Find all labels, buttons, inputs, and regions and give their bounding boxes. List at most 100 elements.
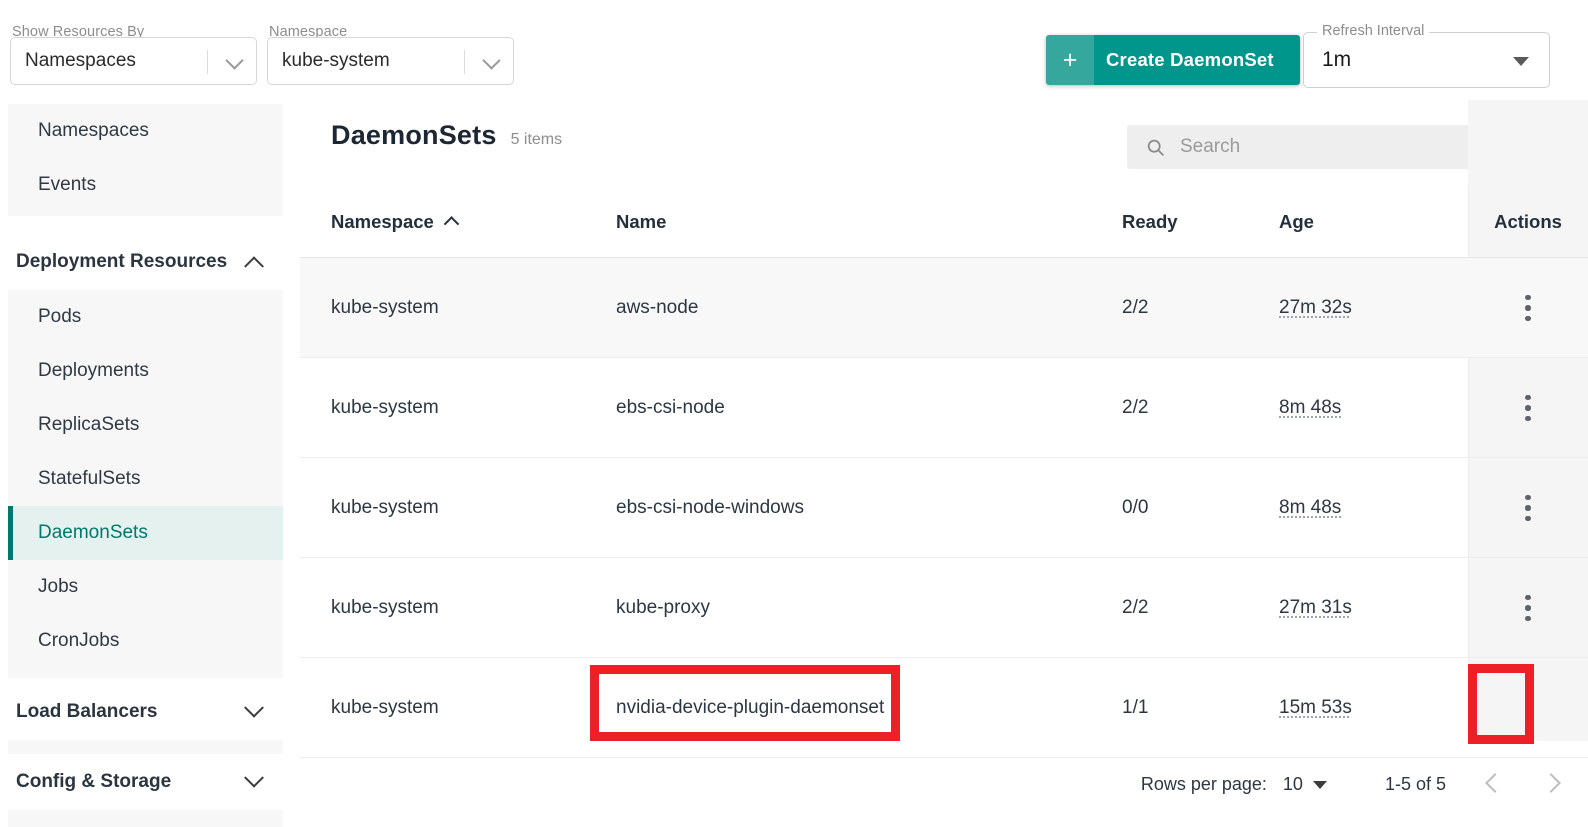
sidebar-item-cronjobs[interactable]: CronJobs [8, 614, 283, 668]
cell-ready: 0/0 [1122, 497, 1149, 518]
cell-name[interactable]: ebs-csi-node-windows [616, 458, 804, 558]
cell-ready: 2/2 [1122, 297, 1149, 318]
sidebar-group-load-balancers [8, 740, 283, 754]
column-header-namespace[interactable]: Namespace [331, 186, 460, 258]
column-header-label: Ready [1122, 211, 1178, 232]
sidebar-section-config-storage[interactable]: Config & Storage [8, 754, 283, 810]
sidebar-item-label: Jobs [38, 576, 79, 597]
chevron-down-icon [225, 51, 244, 70]
cell-age: 8m 48s [1279, 397, 1342, 418]
pagination-bar: Rows per page: 10 1-5 of 5 [300, 741, 1588, 827]
next-page-button[interactable] [1541, 772, 1561, 795]
cell-namespace: kube-system [331, 397, 439, 418]
sidebar-item-pods[interactable]: Pods [8, 290, 283, 344]
sidebar-section-label: Load Balancers [16, 701, 158, 722]
column-header-name[interactable]: Name [616, 186, 666, 258]
cell-name[interactable]: aws-node [616, 258, 698, 358]
column-header-actions: Actions [1468, 186, 1588, 258]
app-root: Show Resources By Namespaces Namespace k… [0, 0, 1588, 827]
table-row[interactable]: kube-system kube-proxy 2/2 27m 31s [300, 558, 1588, 658]
sidebar-item-label: CronJobs [38, 630, 120, 651]
kebab-dot-icon [1525, 594, 1531, 601]
sidebar-group-deployment-resources: Pods Deployments ReplicaSets StatefulSet… [8, 290, 283, 678]
sidebar-section-deployment-resources[interactable]: Deployment Resources [8, 234, 283, 290]
kebab-dot-icon [1525, 305, 1531, 311]
kebab-dot-icon [1525, 715, 1531, 722]
table-row[interactable]: kube-system ebs-csi-node 2/2 8m 48s [300, 358, 1588, 458]
kebab-dot-icon [1525, 405, 1531, 411]
kebab-dot-icon [1525, 705, 1531, 711]
page-title-row: DaemonSets 5 items [331, 120, 562, 151]
sidebar-item-statefulsets[interactable]: StatefulSets [8, 452, 283, 506]
previous-page-button[interactable] [1485, 772, 1505, 795]
kebab-dot-icon [1525, 615, 1531, 622]
cell-name[interactable]: kube-proxy [616, 558, 710, 658]
page-title: DaemonSets [331, 120, 497, 150]
table-header: Namespace Name Ready Age Actions [300, 186, 1588, 258]
kebab-dot-icon [1525, 515, 1531, 522]
sidebar-item-daemonsets[interactable]: DaemonSets [8, 506, 283, 560]
kebab-dot-icon [1525, 394, 1531, 401]
select-divider [464, 50, 465, 74]
chevron-up-icon [244, 256, 264, 277]
sidebar-group-top: Namespaces Events [8, 104, 283, 216]
sidebar-item-replicasets[interactable]: ReplicaSets [8, 398, 283, 452]
table-body: kube-system aws-node 2/2 27m 32s kube-sy… [300, 258, 1588, 758]
refresh-interval-label: Refresh Interval [1317, 23, 1430, 39]
cell-name[interactable]: ebs-csi-node [616, 358, 725, 458]
rows-per-page-label: Rows per page: [1140, 773, 1267, 794]
search-input[interactable]: Search [1127, 125, 1520, 169]
sidebar-item-label: Events [38, 174, 97, 195]
rows-per-page-select[interactable]: 10 [1283, 774, 1327, 795]
cell-namespace: kube-system [331, 297, 439, 318]
sidebar-section-label: Config & Storage [16, 771, 172, 792]
row-actions-menu-button[interactable] [1490, 558, 1566, 658]
show-resources-by-select[interactable]: Namespaces [10, 37, 257, 85]
main-content: DaemonSets 5 items Search Namespace Name… [300, 100, 1588, 827]
kebab-dot-icon [1525, 505, 1531, 511]
kebab-dot-icon [1525, 294, 1531, 301]
sidebar-item-events[interactable]: Events [8, 158, 283, 212]
plus-icon: + [1046, 35, 1094, 85]
namespace-select[interactable]: kube-system [267, 37, 514, 85]
column-header-label: Name [616, 211, 667, 232]
create-daemonset-label: Create DaemonSet [1094, 35, 1300, 85]
sidebar: Namespaces Events Deployment Resources P… [0, 100, 300, 827]
search-icon [1147, 139, 1164, 156]
sidebar-item-label: Namespaces [38, 120, 149, 141]
sidebar-item-jobs[interactable]: Jobs [8, 560, 283, 614]
sidebar-item-namespaces[interactable]: Namespaces [8, 104, 283, 158]
kebab-dot-icon [1525, 415, 1531, 422]
create-daemonset-button[interactable]: + Create DaemonSet [1046, 35, 1300, 85]
cell-age: 8m 48s [1279, 497, 1342, 518]
column-header-label: Age [1279, 211, 1314, 232]
show-resources-by-field: Show Resources By Namespaces [10, 24, 257, 85]
kebab-dot-icon [1525, 494, 1531, 501]
namespace-field: Namespace kube-system [267, 24, 514, 85]
kebab-dot-icon [1525, 315, 1531, 322]
sidebar-item-label: DaemonSets [38, 522, 148, 543]
sidebar-item-label: ReplicaSets [38, 414, 140, 435]
cell-namespace: kube-system [331, 497, 439, 518]
row-actions-menu-button[interactable] [1490, 258, 1566, 358]
sidebar-item-label: Deployments [38, 360, 149, 381]
table-row[interactable]: kube-system ebs-csi-node-windows 0/0 8m … [300, 458, 1588, 558]
column-header-age[interactable]: Age [1279, 186, 1314, 258]
column-header-ready[interactable]: Ready [1122, 186, 1178, 258]
chevron-down-icon [244, 767, 264, 788]
row-actions-menu-button[interactable] [1490, 358, 1566, 458]
sidebar-item-deployments[interactable]: Deployments [8, 344, 283, 398]
table-row[interactable]: kube-system aws-node 2/2 27m 32s [300, 258, 1588, 358]
sidebar-section-load-balancers[interactable]: Load Balancers [8, 684, 283, 740]
refresh-interval-field[interactable]: Refresh Interval 1m [1303, 23, 1550, 88]
chevron-left-icon [1485, 772, 1505, 793]
refresh-interval-value: 1m [1322, 48, 1352, 71]
chevron-down-icon [482, 51, 501, 70]
sidebar-group-config-storage [8, 810, 283, 827]
column-header-label: Namespace [331, 211, 434, 232]
row-actions-menu-button[interactable] [1490, 458, 1566, 558]
search-placeholder: Search [1180, 136, 1241, 157]
show-resources-by-value: Namespaces [25, 50, 136, 71]
toolbar: Show Resources By Namespaces Namespace k… [0, 0, 1588, 100]
cell-ready: 2/2 [1122, 597, 1149, 618]
